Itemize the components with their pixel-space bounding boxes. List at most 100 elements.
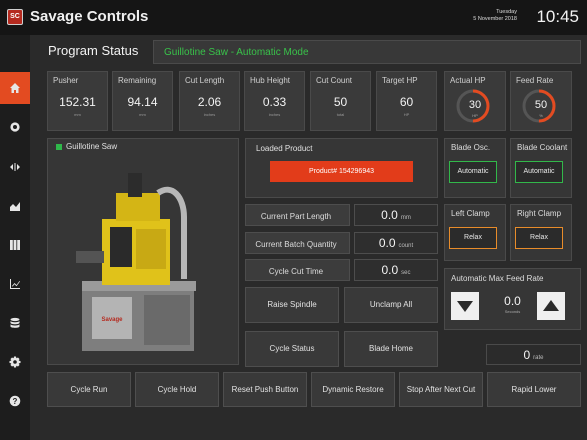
readout-unit: sec [401,270,411,276]
sidebar-item-columns[interactable] [0,229,30,261]
left-clamp-panel: Left Clamp Relax [444,204,506,261]
feed-increase-button[interactable] [537,292,565,320]
sidebar-item-home[interactable] [0,72,30,104]
sidebar-item-chart-area[interactable] [0,190,30,222]
sidebar-item-chart-line[interactable] [0,268,30,300]
metric-target-hp: Target HP 60 HP [376,71,437,131]
metric-unit: inches [268,112,281,117]
sidebar: ? [0,35,30,440]
date-display: Tuesday 5 November 2018 [473,9,517,23]
gauge-unit: % [539,113,543,118]
blade-osc-label: Blade Osc. [451,143,491,152]
loaded-product-panel: Loaded Product Product# 154296943 [245,138,438,198]
cycle-hold-button[interactable]: Cycle Hold [135,372,219,407]
dynamic-restore-button[interactable]: Dynamic Restore [311,372,395,407]
metric-value: 2.06 [197,95,222,109]
rate-unit: rate [533,355,544,361]
raise-spindle-button[interactable]: Raise Spindle [245,287,339,323]
metric-value: 60 [399,95,414,109]
sidebar-item-help[interactable]: ? [0,385,30,417]
blade-coolant-panel: Blade Coolant Automatic [510,138,572,198]
cycle-run-button[interactable]: Cycle Run [47,372,131,407]
settings-icon [9,356,21,368]
weekday-text: Tuesday [496,9,517,15]
stop-after-next-cut-button[interactable]: Stop After Next Cut [399,372,483,407]
sidebar-item-gear[interactable] [0,111,30,143]
readout-value-box: 0.0 count [354,232,438,254]
machine-title: Guillotine Saw [66,142,118,151]
readout-label: Current Batch Quantity [255,240,337,249]
metric-label: Cut Count [316,76,353,85]
metric-label: Pusher [53,76,79,85]
metric-label: Cut Length [185,76,225,85]
readout-label-box: Cycle Cut Time [245,259,350,281]
program-status-value: Guillotine Saw - Automatic Mode [164,47,309,58]
readout-label-box: Current Batch Quantity [245,232,350,254]
readout-value: 0.0 [378,236,396,250]
database-icon [10,317,20,328]
gauge-label: Feed Rate [516,76,554,85]
clock-time: 10:45 [536,7,579,26]
machine-brand-text: Savage [101,317,123,323]
machine-panel: Guillotine Saw Savage [47,138,239,365]
top-bar: SC Savage Controls Tuesday 5 November 20… [0,0,587,35]
triangle-up-icon [543,300,559,311]
readout-unit: count [398,243,414,249]
metric-value: 152.31 [59,95,96,109]
metric-cut-length: Cut Length 2.06 inches [179,71,240,131]
area-chart-icon [10,202,20,211]
readout-value: 0.0 [381,208,398,222]
line-chart-icon [10,279,20,289]
columns-icon [10,240,20,250]
sidebar-item-settings[interactable] [0,346,30,378]
reset-push-button[interactable]: Reset Push Button [223,372,307,407]
metric-unit: HP [403,112,410,117]
metric-value: 94.14 [127,95,158,109]
gauge-value: 30 [468,99,482,111]
svg-text:?: ? [13,397,18,406]
loaded-product-label: Loaded Product [256,144,313,153]
metric-label: Hub Height [250,76,291,85]
unclamp-all-button[interactable]: Unclamp All [344,287,438,323]
left-clamp-label: Left Clamp [451,209,490,218]
blade-coolant-label: Blade Coolant [517,143,568,152]
gauge-value: 50 [534,99,548,111]
blade-coolant-toggle[interactable]: Automatic [515,161,563,183]
app-title: Savage Controls [30,8,149,25]
left-clamp-toggle[interactable]: Relax [449,227,497,249]
readout-unit: mm [400,215,411,221]
metric-label: Target HP [382,76,418,85]
metric-label: Remaining [118,76,157,85]
program-status-bar: Guillotine Saw - Automatic Mode [153,40,581,64]
cycle-status-button[interactable]: Cycle Status [245,331,339,367]
auto-max-feed-label: Automatic Max Feed Rate [451,274,544,283]
readout-label-box: Current Part Length [245,204,350,226]
guillotine-saw-image: Savage [76,173,196,351]
metric-unit: mm [139,112,146,117]
home-icon [10,83,20,93]
right-clamp-toggle[interactable]: Relax [515,227,563,249]
metric-remaining: Remaining 94.14 mm [112,71,173,131]
metric-value: 50 [333,95,348,109]
rapid-lower-button[interactable]: Rapid Lower [487,372,581,407]
blade-osc-panel: Blade Osc. Automatic [444,138,506,198]
sidebar-item-arrows[interactable] [0,151,30,183]
blade-osc-toggle[interactable]: Automatic [449,161,497,183]
readout-value: 0.0 [381,263,399,277]
blade-home-button[interactable]: Blade Home [344,331,438,367]
date-text: 5 November 2018 [473,16,517,22]
app-logo: SC [7,9,23,25]
sidebar-item-database[interactable] [0,307,30,339]
machine-status-indicator [56,144,62,150]
metric-cut-count: Cut Count 50 total [310,71,371,131]
metric-unit: inches [203,112,216,117]
readout-label: Current Part Length [260,212,332,221]
gear-icon [10,122,20,132]
readout-value-box: 0.0 mm [354,204,438,226]
auto-max-feed-panel: Automatic Max Feed Rate 0.0 Seconds [444,268,581,330]
product-button[interactable]: Product# 154296943 [270,161,413,182]
readout-label: Cycle Cut Time [268,267,324,276]
metric-unit: mm [74,112,81,117]
right-clamp-panel: Right Clamp Relax [510,204,572,261]
right-clamp-label: Right Clamp [517,209,562,218]
